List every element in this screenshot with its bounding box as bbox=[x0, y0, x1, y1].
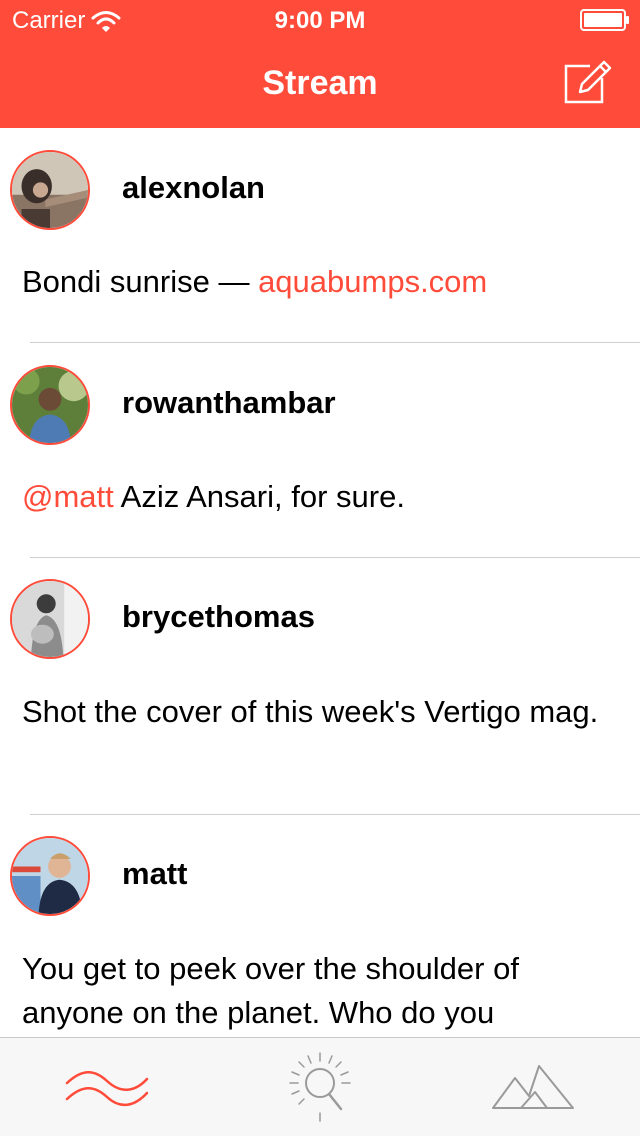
post-link[interactable]: aquabumps.com bbox=[258, 264, 487, 299]
page-title: Stream bbox=[262, 64, 378, 102]
post-text: @matt Aziz Ansari, for sure. bbox=[22, 475, 612, 519]
post-item: alexnolan Bondi sunrise — aquabumps.com bbox=[0, 128, 640, 343]
post-username[interactable]: matt bbox=[122, 856, 187, 892]
tab-mountains[interactable] bbox=[426, 1038, 639, 1136]
avatar[interactable] bbox=[10, 365, 90, 445]
avatar-image bbox=[12, 367, 88, 443]
avatar[interactable] bbox=[10, 150, 90, 230]
post-username[interactable]: alexnolan bbox=[122, 170, 265, 206]
mountains-icon bbox=[491, 1065, 574, 1109]
avatar-image bbox=[12, 838, 88, 914]
explore-sun-search-icon bbox=[288, 1052, 351, 1122]
avatar-image bbox=[12, 581, 88, 657]
post-text: You get to peek over the shoulder of any… bbox=[22, 951, 519, 1030]
avatar[interactable] bbox=[10, 579, 90, 659]
stream-waves-icon bbox=[65, 1071, 148, 1106]
avatar[interactable] bbox=[10, 836, 90, 916]
status-bar: Carrier 9:00 PM bbox=[0, 0, 640, 40]
battery-icon bbox=[580, 9, 630, 31]
post-text: Bondi sunrise — aquabumps.com bbox=[22, 260, 612, 304]
post-item: rowanthambar @matt Aziz Ansari, for sure… bbox=[0, 343, 640, 557]
post-mention[interactable]: @matt bbox=[22, 479, 114, 514]
tab-bar bbox=[0, 1037, 640, 1136]
tab-explore[interactable] bbox=[213, 1038, 426, 1136]
stream-feed[interactable]: alexnolan Bondi sunrise — aquabumps.com … bbox=[0, 128, 640, 1037]
post-text-body: Bondi sunrise — bbox=[22, 264, 259, 299]
navigation-bar: Stream bbox=[0, 40, 640, 128]
app-screen: Carrier 9:00 PM Stream alexnolan Bondi s… bbox=[0, 0, 640, 1136]
post-text-body: Aziz Ansari, for sure. bbox=[113, 479, 405, 514]
compose-button[interactable] bbox=[560, 56, 612, 108]
tab-stream[interactable] bbox=[0, 1038, 213, 1136]
avatar-image bbox=[12, 152, 88, 228]
post-username[interactable]: rowanthambar bbox=[122, 385, 336, 421]
status-time: 9:00 PM bbox=[274, 7, 366, 34]
header: Carrier 9:00 PM Stream bbox=[0, 0, 640, 128]
post-text: Shot the cover of this week's Vertigo ma… bbox=[22, 694, 599, 729]
post-item: matt You get to peek over the shoulder o… bbox=[0, 814, 640, 1037]
post-username[interactable]: brycethomas bbox=[122, 599, 315, 635]
post-item: brycethomas Shot the cover of this week'… bbox=[0, 557, 640, 814]
compose-icon bbox=[564, 60, 612, 104]
